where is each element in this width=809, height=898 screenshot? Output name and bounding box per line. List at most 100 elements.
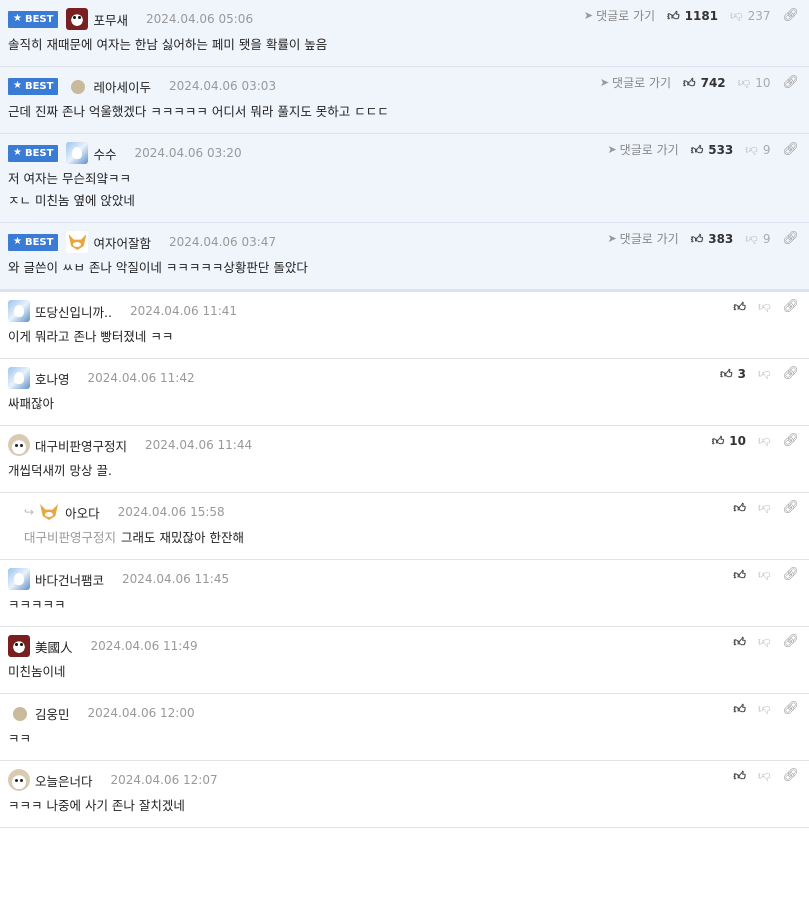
comment-text: ㅋㅋ bbox=[8, 731, 32, 746]
best-label: BEST bbox=[24, 80, 54, 92]
avatar[interactable] bbox=[66, 75, 88, 97]
nickname[interactable]: 아오다 bbox=[65, 503, 100, 522]
upvote-button[interactable]: 👍︎ 742 bbox=[683, 76, 726, 90]
link-icon[interactable]: 🔗︎ bbox=[782, 142, 799, 157]
comment-text: 싸패잖아 bbox=[8, 396, 55, 411]
link-icon[interactable]: 🔗︎ bbox=[782, 634, 799, 649]
nickname[interactable]: 호나영 bbox=[35, 369, 70, 388]
upvote-button[interactable]: 👍︎ 533 bbox=[691, 143, 734, 157]
link-icon[interactable]: 🔗︎ bbox=[782, 231, 799, 246]
avatar[interactable] bbox=[8, 568, 30, 590]
goto-reply-link[interactable]: ➤ 댓글로 가기 bbox=[607, 141, 678, 158]
avatar[interactable] bbox=[8, 635, 30, 657]
downvote-button[interactable]: 👍︎ bbox=[757, 299, 771, 314]
avatar[interactable] bbox=[8, 434, 30, 456]
avatar[interactable] bbox=[8, 367, 30, 389]
downvote-button[interactable]: 👍︎ bbox=[758, 769, 771, 783]
link-icon[interactable]: 🔗︎ bbox=[782, 75, 799, 90]
downvote-button[interactable]: 👍︎ 9 bbox=[745, 232, 770, 246]
avatar[interactable] bbox=[38, 501, 61, 523]
comment-item: 김웅민 2024.04.06 12:00 👍︎ 👍︎ 🔗︎ ㅋㅋ bbox=[0, 694, 809, 761]
nickname[interactable]: 대구비판영구정지 bbox=[35, 436, 127, 455]
link-icon[interactable]: 🔗︎ bbox=[782, 299, 799, 314]
avatar[interactable] bbox=[66, 142, 89, 164]
comment-actions: 👍︎ 3 👍︎ 🔗︎ bbox=[720, 366, 799, 381]
upvote-count: 533 bbox=[708, 142, 734, 157]
link-icon[interactable]: 🔗︎ bbox=[782, 366, 799, 381]
best-comment: ★ BEST 포무새 2024.04.06 05:06 ➤ 댓글로 가기 👍︎ 1181 👍︎ 2… bbox=[0, 0, 809, 67]
nickname[interactable]: 레아세이두 bbox=[93, 77, 151, 96]
downvote-button[interactable]: 👍︎ 10 bbox=[738, 76, 771, 90]
send-arrow-icon: ➤ bbox=[583, 9, 594, 22]
upvote-button[interactable]: 👍︎ 3 bbox=[720, 367, 746, 381]
link-icon[interactable]: 🔗︎ bbox=[782, 433, 799, 448]
nickname[interactable]: 美國人 bbox=[35, 637, 73, 656]
thumbs-up-icon: 👍︎ bbox=[720, 366, 733, 381]
link-icon[interactable]: 🔗︎ bbox=[782, 567, 799, 582]
link-icon[interactable]: 🔗︎ bbox=[782, 8, 799, 23]
downvote-button[interactable]: 👍︎ bbox=[757, 701, 771, 716]
best-badge: ★ BEST bbox=[8, 10, 59, 28]
upvote-button[interactable]: 👍︎ bbox=[733, 636, 746, 648]
upvote-button[interactable]: 👍︎ bbox=[733, 703, 746, 715]
thumbs-up-icon: 👍︎ bbox=[690, 142, 704, 157]
comment-header: 美國人 2024.04.06 11:49 bbox=[8, 627, 801, 659]
thumbs-up-icon: 👍︎ bbox=[733, 500, 746, 515]
goto-reply-link[interactable]: ➤ 댓글로 가기 bbox=[584, 7, 655, 24]
thumbs-down-icon: 👍︎ bbox=[757, 299, 771, 314]
downvote-button[interactable]: 👍︎ 9 bbox=[745, 143, 770, 157]
goto-reply-label: 댓글로 가기 bbox=[619, 143, 679, 157]
comment-actions: 👍︎ 👍︎ 🔗︎ bbox=[733, 567, 799, 582]
downvote-button[interactable]: 👍︎ bbox=[758, 501, 771, 515]
upvote-count: 383 bbox=[708, 231, 734, 246]
upvote-button[interactable]: 👍︎ bbox=[733, 569, 746, 581]
avatar[interactable] bbox=[8, 300, 30, 322]
best-label: BEST bbox=[24, 147, 54, 159]
comment-body: 이게 뭐라고 존나 빵터졌네 ㅋㅋ bbox=[8, 324, 801, 358]
avatar[interactable] bbox=[8, 769, 30, 791]
upvote-button[interactable]: 👍︎ bbox=[733, 502, 746, 514]
send-arrow-icon: ➤ bbox=[607, 232, 617, 245]
nickname[interactable]: 바다건너팸코 bbox=[35, 570, 104, 589]
goto-reply-link[interactable]: ➤ 댓글로 가기 bbox=[607, 230, 678, 247]
comment-body: 미친놈이네 bbox=[8, 659, 801, 693]
nickname[interactable]: 수수 bbox=[93, 144, 116, 163]
mention-nickname[interactable]: 대구비판영구정지 bbox=[24, 530, 116, 545]
nickname[interactable]: 김웅민 bbox=[35, 704, 70, 723]
avatar[interactable] bbox=[66, 8, 89, 30]
nickname[interactable]: 포무새 bbox=[93, 10, 128, 29]
downvote-count: 237 bbox=[747, 8, 771, 23]
upvote-button[interactable]: 👍︎ bbox=[733, 301, 746, 313]
downvote-button[interactable]: 👍︎ bbox=[758, 568, 771, 582]
upvote-button[interactable]: 👍︎ bbox=[733, 770, 746, 782]
comment-actions: 👍︎ 👍︎ 🔗︎ bbox=[733, 701, 799, 716]
upvote-button[interactable]: 👍︎ 1181 bbox=[667, 9, 718, 23]
thumbs-up-icon: 👍︎ bbox=[711, 433, 725, 448]
downvote-button[interactable]: 👍︎ 237 bbox=[730, 9, 770, 23]
nickname[interactable]: 또당신입니까.. bbox=[35, 302, 112, 321]
upvote-button[interactable]: 👍︎ 383 bbox=[691, 232, 734, 246]
comment-date: 2024.04.06 03:47 bbox=[168, 235, 277, 249]
star-icon: ★ bbox=[13, 13, 22, 24]
comment-actions: ➤ 댓글로 가기 👍︎ 742 👍︎ 10 🔗︎ bbox=[600, 74, 799, 91]
thumbs-down-icon: 👍︎ bbox=[757, 366, 771, 381]
avatar[interactable] bbox=[8, 702, 30, 724]
link-icon[interactable]: 🔗︎ bbox=[782, 701, 799, 716]
link-icon[interactable]: 🔗︎ bbox=[782, 500, 799, 515]
nickname[interactable]: 오늘은너다 bbox=[35, 771, 93, 790]
comment-header: 대구비판영구정지 2024.04.06 11:44 bbox=[8, 426, 801, 458]
nickname[interactable]: 여자어잘함 bbox=[93, 233, 151, 252]
goto-reply-link[interactable]: ➤ 댓글로 가기 bbox=[600, 74, 671, 91]
downvote-button[interactable]: 👍︎ bbox=[758, 635, 771, 649]
downvote-button[interactable]: 👍︎ bbox=[758, 434, 771, 448]
comment-body: 근데 진짜 존나 억울했겠다 ㅋㅋㅋㅋㅋ 어디서 뭐라 풀지도 못하고 ㄷㄷㄷ bbox=[8, 99, 801, 133]
upvote-count: 10 bbox=[729, 433, 746, 448]
link-icon[interactable]: 🔗︎ bbox=[782, 768, 799, 783]
thumbs-down-icon: 👍︎ bbox=[757, 701, 771, 716]
upvote-button[interactable]: 👍︎ 10 bbox=[712, 434, 746, 448]
downvote-button[interactable]: 👍︎ bbox=[757, 366, 771, 381]
comment-item: 바다건너팸코 2024.04.06 11:45 👍︎ 👍︎ 🔗︎ ㅋㅋㅋㅋㅋ bbox=[0, 560, 809, 627]
avatar[interactable] bbox=[66, 231, 89, 253]
thumbs-up-icon: 👍︎ bbox=[667, 8, 680, 23]
best-badge: ★ BEST bbox=[8, 77, 59, 95]
